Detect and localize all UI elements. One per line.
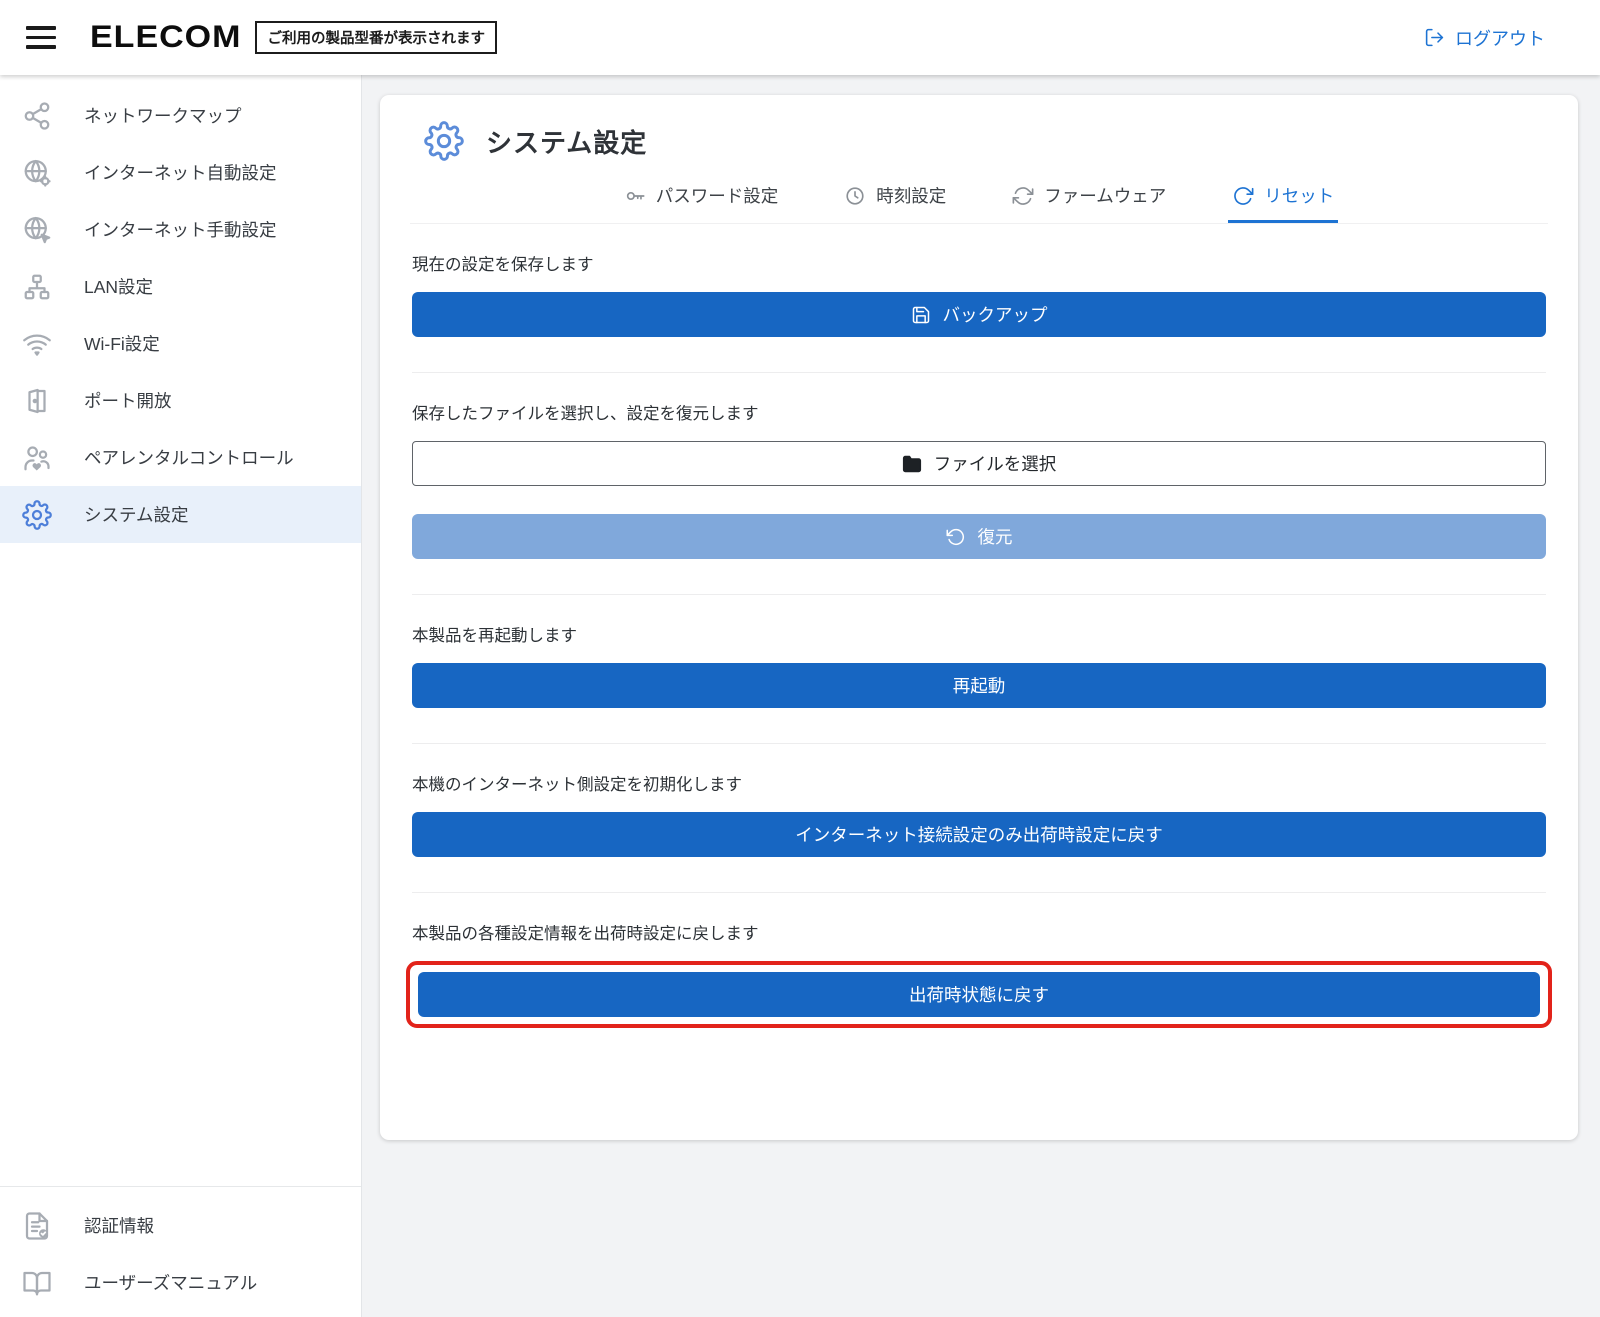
section-divider [412, 892, 1546, 893]
sidebar-item-certification[interactable]: 認証情報 [0, 1197, 361, 1254]
reset-icon [1232, 185, 1254, 207]
sidebar-item-label: ペアレンタルコントロール [84, 445, 294, 470]
select-file-button[interactable]: ファイルを選択 [412, 441, 1546, 486]
wifi-icon [20, 327, 54, 361]
model-number-box: ご利用の製品型番が表示されます [255, 21, 497, 54]
sidebar-item-label: 認証情報 [84, 1213, 154, 1238]
wan-reset-button[interactable]: インターネット接続設定のみ出荷時設定に戻す [412, 812, 1546, 857]
body-row: ネットワークマップ インターネット自動設定 インターネット手動設定 LAN設定 [0, 75, 1600, 1317]
top-header: ELECOM ご利用の製品型番が表示されます ログアウト [0, 0, 1600, 75]
sidebar-item-label: インターネット自動設定 [84, 160, 277, 185]
globe-manual-setup-icon [20, 213, 54, 247]
factory-reset-button-label: 出荷時状態に戻す [909, 982, 1049, 1007]
page-title: システム設定 [486, 123, 647, 160]
parental-control-icon [20, 441, 54, 475]
tab-reset[interactable]: リセット [1228, 175, 1338, 223]
key-icon [624, 185, 646, 207]
firmware-update-icon [1012, 185, 1034, 207]
sidebar-item-lan[interactable]: LAN設定 [0, 258, 361, 315]
restore-button[interactable]: 復元 [412, 514, 1546, 559]
backup-button-label: バックアップ [943, 302, 1048, 327]
tab-label: リセット [1264, 183, 1334, 208]
certificate-icon [20, 1209, 54, 1243]
sidebar-item-label: LAN設定 [84, 274, 153, 299]
sidebar-footer: 認証情報 ユーザーズマニュアル [0, 1186, 361, 1317]
sidebar-item-system-settings[interactable]: システム設定 [0, 486, 361, 543]
section-divider [412, 594, 1546, 595]
wan-reset-button-label: インターネット接続設定のみ出荷時設定に戻す [795, 822, 1163, 847]
manual-icon [20, 1266, 54, 1300]
tab-label: パスワード設定 [656, 183, 779, 208]
tab-password-settings[interactable]: パスワード設定 [620, 175, 783, 223]
reboot-button-label: 再起動 [953, 673, 1006, 698]
reboot-label: 本製品を再起動します [412, 622, 1546, 646]
restore-button-label: 復元 [978, 524, 1013, 549]
select-file-button-label: ファイルを選択 [934, 451, 1057, 476]
sidebar-item-wifi[interactable]: Wi-Fi設定 [0, 315, 361, 372]
tab-label: 時刻設定 [876, 183, 946, 208]
clock-icon [844, 185, 866, 207]
sidebar-item-internet-manual[interactable]: インターネット手動設定 [0, 201, 361, 258]
sidebar-item-label: ポート開放 [84, 388, 172, 413]
lan-icon [20, 270, 54, 304]
section-divider [412, 372, 1546, 373]
section-divider [412, 743, 1546, 744]
globe-auto-setup-icon [20, 156, 54, 190]
page-title-row: システム設定 [410, 121, 1548, 161]
sidebar-item-label: ユーザーズマニュアル [84, 1270, 257, 1295]
sidebar-item-label: インターネット手動設定 [84, 217, 277, 242]
tab-label: ファームウェア [1044, 183, 1166, 208]
restore-label: 保存したファイルを選択し、設定を復元します [412, 400, 1546, 424]
folder-icon [902, 454, 922, 474]
sidebar: ネットワークマップ インターネット自動設定 インターネット手動設定 LAN設定 [0, 75, 362, 1317]
sidebar-item-parental-control[interactable]: ペアレンタルコントロール [0, 429, 361, 486]
logout-icon [1424, 27, 1445, 48]
tab-bar: パスワード設定 時刻設定 ファームウェア リセット [410, 175, 1548, 224]
sidebar-item-users-manual[interactable]: ユーザーズマニュアル [0, 1254, 361, 1311]
spacer [412, 486, 1546, 514]
open-port-icon [20, 384, 54, 418]
logout-label: ログアウト [1455, 25, 1545, 51]
factory-reset-label: 本製品の各種設定情報を出荷時設定に戻します [412, 920, 1546, 944]
sidebar-divider [0, 1186, 361, 1187]
factory-reset-button[interactable]: 出荷時状態に戻す [418, 972, 1540, 1017]
wan-reset-section: 本機のインターネット側設定を初期化します インターネット接続設定のみ出荷時設定に… [410, 771, 1548, 893]
factory-reset-section: 本製品の各種設定情報を出荷時設定に戻します 出荷時状態に戻す [410, 920, 1548, 1028]
restore-icon [946, 527, 966, 547]
app-root: ELECOM ご利用の製品型番が表示されます ログアウト ネットワークマップ [0, 0, 1600, 1317]
backup-label: 現在の設定を保存します [412, 251, 1546, 275]
sidebar-item-label: ネットワークマップ [84, 103, 242, 128]
red-highlight-annotation: 出荷時状態に戻す [406, 961, 1552, 1028]
network-map-icon [20, 99, 54, 133]
sidebar-item-label: Wi-Fi設定 [84, 331, 160, 356]
tab-firmware[interactable]: ファームウェア [1008, 175, 1170, 223]
menu-icon[interactable] [20, 22, 62, 54]
gear-icon [20, 498, 54, 532]
sidebar-item-network-map[interactable]: ネットワークマップ [0, 87, 361, 144]
backup-section: 現在の設定を保存します バックアップ [410, 251, 1548, 373]
sidebar-item-open-port[interactable]: ポート開放 [0, 372, 361, 429]
save-icon [911, 305, 931, 325]
reboot-section: 本製品を再起動します 再起動 [410, 622, 1548, 744]
sidebar-item-label: システム設定 [84, 502, 188, 527]
restore-section: 保存したファイルを選択し、設定を復元します ファイルを選択 復元 [410, 400, 1548, 595]
brand-logo: ELECOM [90, 20, 241, 56]
wan-reset-label: 本機のインターネット側設定を初期化します [412, 771, 1546, 795]
sidebar-item-internet-auto[interactable]: インターネット自動設定 [0, 144, 361, 201]
gear-icon [424, 121, 464, 161]
reboot-button[interactable]: 再起動 [412, 663, 1546, 708]
main-content: システム設定 パスワード設定 時刻設定 ファームウェア [362, 75, 1600, 1317]
logout-button[interactable]: ログアウト [1424, 25, 1545, 51]
system-settings-card: システム設定 パスワード設定 時刻設定 ファームウェア [380, 95, 1578, 1140]
tab-time-settings[interactable]: 時刻設定 [840, 175, 950, 223]
backup-button[interactable]: バックアップ [412, 292, 1546, 337]
